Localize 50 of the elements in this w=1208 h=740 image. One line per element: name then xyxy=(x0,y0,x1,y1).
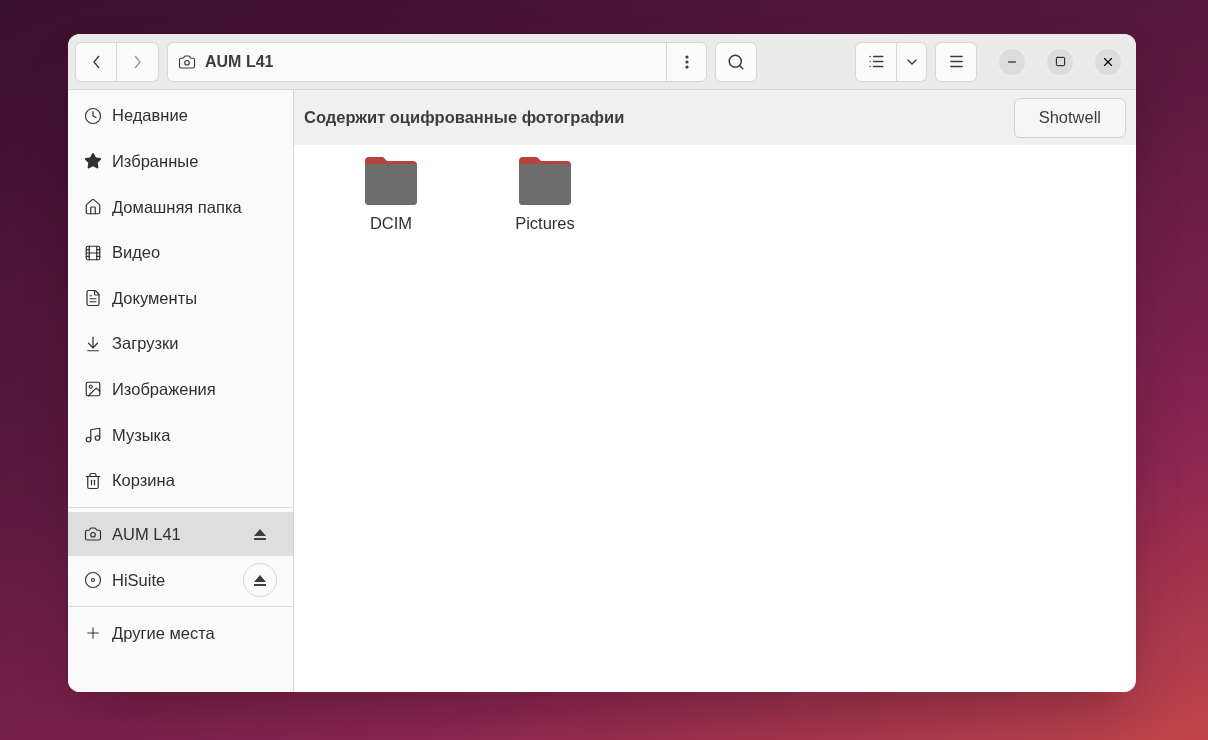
close-button[interactable] xyxy=(1095,48,1121,75)
sidebar-item[interactable]: Загрузки xyxy=(68,320,293,367)
sidebar-item[interactable]: Музыка xyxy=(68,412,293,458)
star-icon xyxy=(84,152,102,171)
folder-icon xyxy=(363,155,419,207)
camera-icon xyxy=(84,525,102,544)
film-icon xyxy=(84,243,102,262)
folder-item[interactable]: Pictures xyxy=(488,155,602,236)
folder-icon xyxy=(517,155,573,207)
location-label: AUM L41 xyxy=(205,51,275,72)
sidebar-device-item[interactable]: AUM L41 xyxy=(68,512,293,557)
music-note-icon xyxy=(84,425,102,444)
sidebar-device-item[interactable]: HiSuite xyxy=(68,558,293,603)
image-icon xyxy=(84,380,102,399)
sidebar-item[interactable]: Недавние xyxy=(68,93,293,139)
sidebar-item[interactable]: Видео xyxy=(68,229,293,276)
clock-icon xyxy=(84,106,102,125)
forward-icon xyxy=(134,54,141,69)
folder-name: Pictures xyxy=(515,213,575,234)
trash-icon xyxy=(84,471,102,490)
search-button[interactable] xyxy=(715,41,757,82)
download-icon xyxy=(84,334,102,353)
sidebar-item[interactable]: Изображения xyxy=(68,366,293,413)
list-view-button[interactable] xyxy=(855,41,897,82)
sidebar-item[interactable]: Другие места xyxy=(68,611,293,656)
folder-name: DCIM xyxy=(369,213,413,234)
search-icon xyxy=(727,52,745,71)
folder-item[interactable]: DCIM xyxy=(334,155,448,236)
sidebar-item[interactable]: Домашняя папка xyxy=(68,184,293,230)
camera-icon xyxy=(178,52,196,71)
info-bar-text: Содержит оцифрованные фотографии xyxy=(304,107,625,129)
list-icon xyxy=(867,53,885,70)
open-with-button[interactable]: Shotwell xyxy=(1013,97,1126,138)
sidebar-item[interactable]: Документы xyxy=(68,275,293,321)
home-icon xyxy=(84,198,102,216)
maximize-button[interactable] xyxy=(1047,48,1073,75)
path-bar[interactable]: AUM L41 xyxy=(167,41,707,82)
back-icon xyxy=(92,54,100,69)
sidebar-item[interactable]: Корзина xyxy=(68,457,293,504)
maximize-icon xyxy=(1054,56,1066,67)
eject-button[interactable] xyxy=(243,563,277,598)
sidebar-item[interactable]: Избранные xyxy=(68,138,293,185)
disc-icon xyxy=(84,571,102,590)
vertical-dots-icon xyxy=(684,54,689,69)
minimize-button[interactable] xyxy=(999,48,1025,75)
menu-button[interactable] xyxy=(935,41,977,82)
document-icon xyxy=(84,289,102,308)
menu-icon xyxy=(947,53,965,70)
eject-icon xyxy=(254,574,266,586)
eject-icon xyxy=(254,528,266,540)
